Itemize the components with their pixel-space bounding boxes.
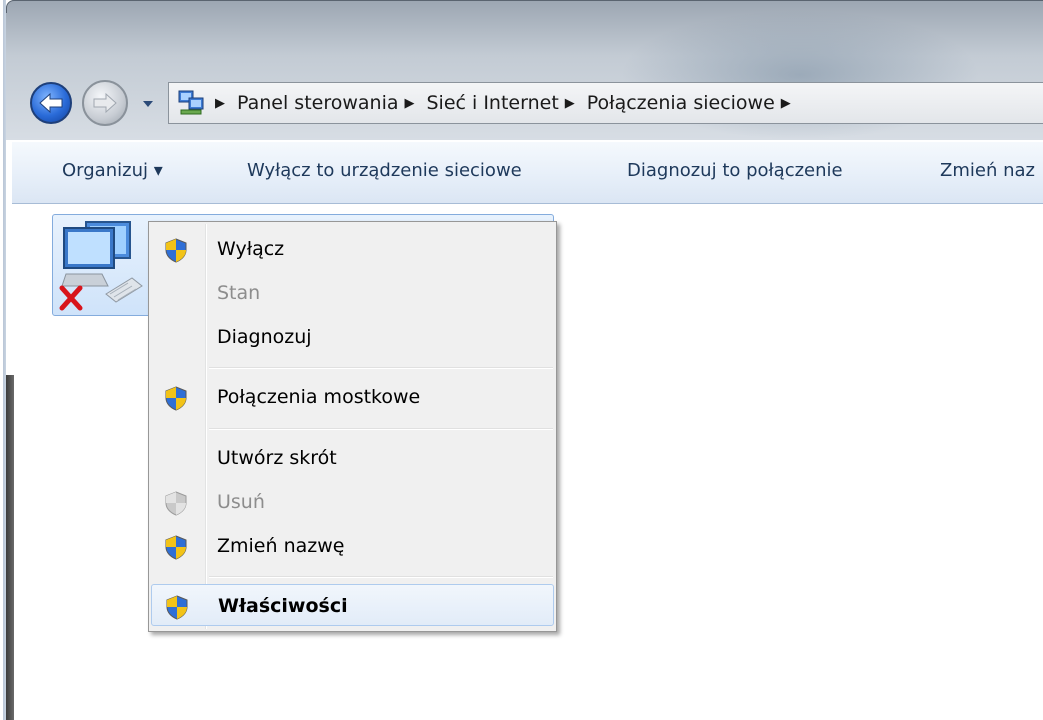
breadcrumb-network-connections[interactable]: Połączenia sieciowe xyxy=(587,92,775,114)
menu-item-bridge-connections[interactable]: Połączenia mostkowe xyxy=(151,376,554,418)
rename-connection-button[interactable]: Zmień naz xyxy=(940,160,1035,181)
menu-item-label: Utwórz skrót xyxy=(217,447,337,469)
uac-shield-icon xyxy=(165,491,187,516)
back-arrow-icon xyxy=(39,92,63,114)
context-menu: Wyłącz Stan Diagnozuj Połączenia mostkow… xyxy=(148,221,557,632)
menu-separator xyxy=(209,428,553,430)
menu-item-label: Wyłącz xyxy=(217,238,285,260)
recent-pages-dropdown[interactable] xyxy=(141,98,155,110)
diagnose-connection-button[interactable]: Diagnozuj to połączenie xyxy=(627,160,843,181)
uac-shield-icon xyxy=(165,386,187,411)
menu-item-diagnose[interactable]: Diagnozuj xyxy=(151,316,554,358)
menu-item-label: Połączenia mostkowe xyxy=(217,386,421,408)
menu-separator xyxy=(209,576,553,578)
forward-arrow-icon xyxy=(93,92,117,114)
breadcrumb-separator[interactable]: ▶ xyxy=(565,96,575,111)
menu-item-label: Stan xyxy=(217,282,261,304)
uac-shield-icon xyxy=(166,595,188,620)
uac-shield-icon xyxy=(165,535,187,560)
breadcrumb-separator[interactable]: ▶ xyxy=(405,96,415,111)
address-bar[interactable]: ▶ Panel sterowania ▶ Sieć i Internet ▶ P… xyxy=(168,82,1043,124)
menu-item-label: Zmień nazwę xyxy=(217,535,345,557)
explorer-window: ▶ Panel sterowania ▶ Sieć i Internet ▶ P… xyxy=(0,0,1043,720)
back-button[interactable] xyxy=(30,82,72,124)
breadcrumb-control-panel[interactable]: Panel sterowania xyxy=(237,92,399,114)
network-adapter-disabled-icon xyxy=(58,216,150,314)
uac-shield-icon xyxy=(165,238,187,263)
breadcrumb-separator[interactable]: ▶ xyxy=(215,96,225,111)
menu-item-rename[interactable]: Zmień nazwę xyxy=(151,525,554,567)
menu-item-disable[interactable]: Wyłącz xyxy=(151,228,554,270)
command-bar: Organizuj ▾ Wyłącz to urządzenie sieciow… xyxy=(12,141,1043,204)
disable-device-button[interactable]: Wyłącz to urządzenie sieciowe xyxy=(247,160,522,181)
menu-separator xyxy=(209,367,553,369)
menu-item-create-shortcut[interactable]: Utwórz skrót xyxy=(151,437,554,479)
chevron-down-icon xyxy=(143,101,153,107)
organize-button[interactable]: Organizuj ▾ xyxy=(62,160,163,181)
network-connections-icon xyxy=(173,85,209,121)
menu-item-label: Diagnozuj xyxy=(217,326,312,348)
forward-button[interactable] xyxy=(82,80,128,126)
menu-item-delete[interactable]: Usuń xyxy=(151,481,554,523)
menu-item-status[interactable]: Stan xyxy=(151,272,554,314)
menu-item-label: Właściwości xyxy=(218,595,348,617)
menu-item-properties[interactable]: Właściwości xyxy=(151,584,554,626)
breadcrumb-separator[interactable]: ▶ xyxy=(781,96,791,111)
menu-item-label: Usuń xyxy=(217,491,265,513)
window-border xyxy=(6,0,1043,13)
breadcrumb-network-internet[interactable]: Sieć i Internet xyxy=(427,92,559,114)
window-left-shadow xyxy=(6,375,14,720)
